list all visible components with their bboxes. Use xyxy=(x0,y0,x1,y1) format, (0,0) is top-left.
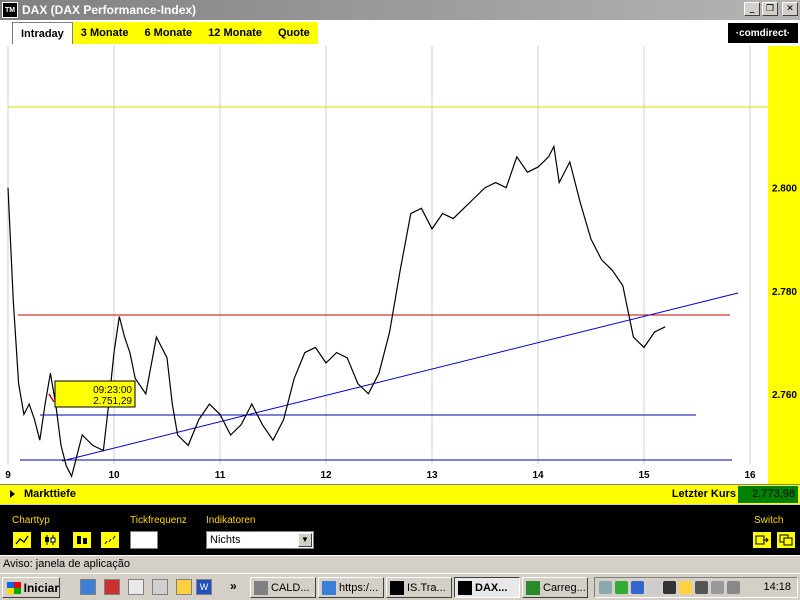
tooltip-price: 2.751,29 xyxy=(93,396,132,407)
task-app-icon xyxy=(322,580,336,595)
point-chart-button[interactable] xyxy=(100,531,120,549)
y-tick-label: 2.760 xyxy=(772,390,797,401)
task-label: IS.Tra... xyxy=(407,581,446,594)
indikatoren-label: Indikatoren xyxy=(206,515,256,526)
tab-12-monate[interactable]: 12 Monate xyxy=(200,22,270,44)
folder-icon[interactable] xyxy=(176,579,192,595)
ohlc-bars-icon xyxy=(77,536,87,544)
window-titlebar[interactable]: TM DAX (DAX Performance-Index) _ ❐ ✕ xyxy=(0,0,800,20)
windows-logo-icon xyxy=(7,581,21,594)
task-app-icon xyxy=(390,580,404,595)
minimize-button[interactable]: _ xyxy=(744,2,760,16)
x-tick-label: 14 xyxy=(532,470,544,481)
task-is-tra[interactable]: IS.Tra... xyxy=(386,577,452,598)
comdirect-logo: ·comdirect· xyxy=(728,23,798,43)
quicklaunch-more-icon[interactable]: » xyxy=(230,579,237,593)
x-tick-label: 12 xyxy=(320,470,332,481)
task-app-icon xyxy=(254,580,268,595)
tray-speaker-icon[interactable] xyxy=(727,581,740,594)
x-tick-label: 9 xyxy=(5,470,11,481)
app-icon: TM xyxy=(2,2,18,18)
tab-3-monate[interactable]: 3 Monate xyxy=(73,22,137,44)
task-cald[interactable]: CALD... xyxy=(250,577,316,598)
indicator-select-value: Nichts xyxy=(210,534,241,546)
tray-network-icon[interactable] xyxy=(599,581,612,594)
maximize-button[interactable]: ❐ xyxy=(762,2,778,16)
line-chart-icon xyxy=(15,535,29,545)
tab-quote[interactable]: Quote xyxy=(270,22,318,44)
charttyp-label: Charttyp xyxy=(12,515,50,526)
clock: 14:18 xyxy=(763,581,791,593)
task-label: DAX... xyxy=(475,581,508,594)
y-axis-strip xyxy=(768,46,800,484)
status-bar: Aviso: janela de aplicação xyxy=(0,555,800,573)
task-app-icon xyxy=(526,580,540,595)
last-price-label: Letzter Kurs xyxy=(671,488,736,500)
browser-icon[interactable] xyxy=(80,579,96,595)
tray-shield-icon[interactable] xyxy=(631,581,644,594)
x-tick-label: 10 xyxy=(108,470,120,481)
tab-intraday[interactable]: Intraday xyxy=(12,22,73,44)
tick-frequency-input[interactable] xyxy=(130,531,158,549)
tray-globe-icon[interactable] xyxy=(615,581,628,594)
indicator-select[interactable]: Nichts ▼ xyxy=(206,531,314,549)
tooltip-time: 09:23:00 xyxy=(93,385,132,396)
tickfrequenz-label: Tickfrequenz xyxy=(130,515,187,526)
x-tick-label: 13 xyxy=(426,470,438,481)
taskbar: Iniciar W » CALD... https:/... IS.Tra...… xyxy=(0,573,800,600)
task-https[interactable]: https:/... xyxy=(318,577,384,598)
crosshair-tooltip: 09:23:00 2.751,29 xyxy=(48,380,136,408)
markttiefe-label[interactable]: Markttiefe xyxy=(24,488,76,500)
x-tick-label: 11 xyxy=(215,470,226,481)
market-bar: Markttiefe Letzter Kurs 2.773,98 xyxy=(0,484,800,504)
start-button[interactable]: Iniciar xyxy=(2,577,60,598)
close-button[interactable]: ✕ xyxy=(782,2,798,16)
start-label: Iniciar xyxy=(23,580,59,595)
switch-window-button[interactable] xyxy=(776,531,796,549)
word-icon[interactable]: W xyxy=(196,579,212,595)
bar-chart-button[interactable] xyxy=(72,531,92,549)
window-controls: _ ❐ ✕ xyxy=(744,2,798,16)
acrobat-icon[interactable] xyxy=(104,579,120,595)
intraday-chart[interactable]: 9 10 11 12 13 14 15 16 2.760 2.780 2.800 09:23:00… xyxy=(0,46,800,484)
task-label: https:/... xyxy=(339,581,379,594)
tray-printer-icon[interactable] xyxy=(695,581,708,594)
paint-icon[interactable] xyxy=(128,579,144,595)
task-carreg[interactable]: Carreg... xyxy=(522,577,588,598)
tray-monitor-icon[interactable] xyxy=(663,581,676,594)
last-price-value: 2.773,98 xyxy=(738,486,798,503)
y-tick-label: 2.780 xyxy=(772,287,797,298)
task-label: CALD... xyxy=(271,581,310,594)
switch-label: Switch xyxy=(754,515,784,526)
chart-controls: Charttyp Tickfrequenz Indikatoren Nichts… xyxy=(0,505,800,555)
tray-tools-icon[interactable] xyxy=(711,581,724,594)
task-dax[interactable]: DAX... xyxy=(454,577,520,598)
notepad-icon[interactable] xyxy=(152,579,168,595)
task-label: Carreg... xyxy=(543,581,586,594)
switch-arrow-icon xyxy=(755,535,769,545)
plot-area xyxy=(0,46,768,484)
candlestick-icon xyxy=(45,535,56,545)
chevron-down-icon[interactable]: ▼ xyxy=(298,533,312,547)
candle-chart-button[interactable] xyxy=(40,531,60,549)
tab-6-monate[interactable]: 6 Monate xyxy=(136,22,200,44)
window-copy-icon xyxy=(779,534,793,546)
x-tick-label: 15 xyxy=(638,470,650,481)
dots-chart-icon xyxy=(104,535,116,545)
switch-next-button[interactable] xyxy=(752,531,772,549)
line-chart-button[interactable] xyxy=(12,531,32,549)
period-tabs: Intraday 3 Monate 6 Monate 12 Monate Quo… xyxy=(12,22,318,44)
tab-bar: Intraday 3 Monate 6 Monate 12 Monate Quo… xyxy=(0,20,800,46)
expand-arrow-icon[interactable] xyxy=(10,490,15,498)
system-tray: 14:18 xyxy=(594,577,798,598)
x-tick-label: 16 xyxy=(744,470,756,481)
task-app-icon xyxy=(458,580,472,595)
y-tick-label: 2.800 xyxy=(772,184,797,195)
window-title: DAX (DAX Performance-Index) xyxy=(22,3,197,17)
tray-n-icon[interactable] xyxy=(647,581,660,594)
tray-folder-icon[interactable] xyxy=(679,581,692,594)
